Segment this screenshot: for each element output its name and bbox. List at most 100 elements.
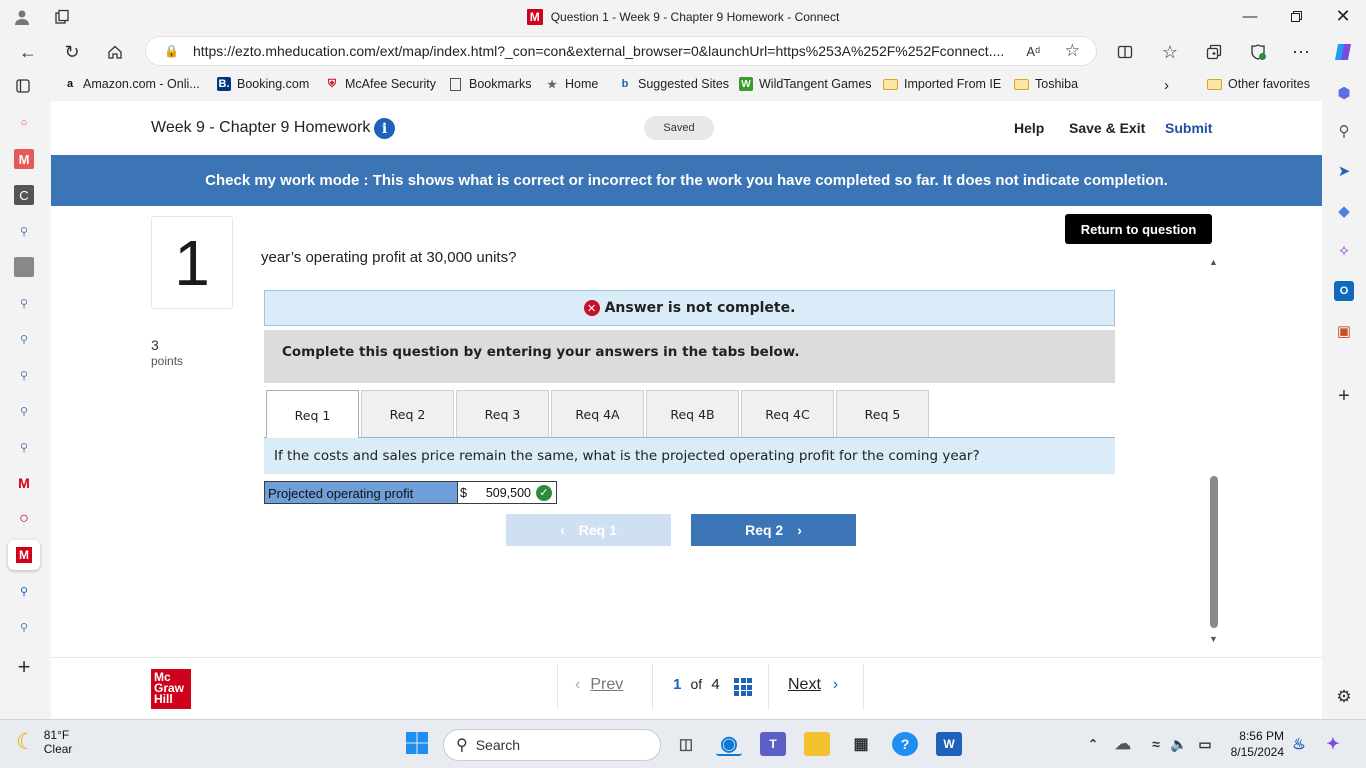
tab-search-icon[interactable]: ⚲ <box>14 401 34 421</box>
question-footer: Mc Graw Hill ‹ Prev 1 of 4 Next › <box>51 657 1322 719</box>
window-title-text: Question 1 - Week 9 - Chapter 9 Homework… <box>550 9 840 24</box>
instruction-box: Complete this question by entering your … <box>264 330 1115 383</box>
booking-icon: B. <box>217 77 231 91</box>
tab-req-4b[interactable]: Req 4B <box>646 390 739 437</box>
tab-req-5[interactable]: Req 5 <box>836 390 929 437</box>
fav-suggested-sites[interactable]: b Suggested Sites <box>618 77 729 91</box>
favorites-icon[interactable]: ☆ <box>1153 33 1187 71</box>
favorites-bar: a Amazon.com - Onli... B. Booking.com ⛨ McA… <box>0 71 1366 101</box>
browser-essentials-icon[interactable] <box>1241 33 1275 71</box>
sidebar-outlook-icon[interactable]: O <box>1334 281 1354 301</box>
tab-connect-active[interactable]: M <box>8 540 40 570</box>
sidebar-toolbox-icon[interactable]: ▣ <box>1334 321 1354 341</box>
tab-req-3[interactable]: Req 3 <box>456 390 549 437</box>
edge-taskbar-icon[interactable]: ◉ <box>716 732 742 756</box>
tab-actions-icon[interactable] <box>6 71 40 101</box>
fav-mcafee[interactable]: ⛨ McAfee Security <box>325 77 436 91</box>
page-content: Week 9 - Chapter 9 Homework i Saved Help… <box>51 101 1322 719</box>
windows-start-icon[interactable] <box>404 731 430 755</box>
folder-icon <box>1207 78 1222 90</box>
task-view-icon[interactable]: ◫ <box>673 732 699 756</box>
chevron-up-icon[interactable]: ⌃ <box>1080 732 1106 756</box>
help-icon[interactable]: ? <box>892 732 918 756</box>
tab-connect-icon[interactable]: M <box>14 149 34 169</box>
weather-widget[interactable]: ☾ 81°F Clear <box>16 728 72 756</box>
fav-toshiba[interactable]: Toshiba <box>1014 77 1078 91</box>
sidebar-send-icon[interactable]: ➤ <box>1334 161 1354 181</box>
tab-search-icon[interactable]: ⚲ <box>14 293 34 313</box>
split-screen-icon[interactable] <box>1108 33 1142 71</box>
fav-bookmarks[interactable]: Bookmarks <box>450 77 532 91</box>
tab-search-icon[interactable]: ⚲ <box>14 221 34 241</box>
file-explorer-icon[interactable] <box>804 732 830 756</box>
tab-image-icon[interactable] <box>14 257 34 277</box>
answer-input[interactable]: $ 509,500 ✓ <box>457 481 557 504</box>
info-icon[interactable]: i <box>374 118 395 139</box>
restore-button[interactable] <box>1273 0 1319 33</box>
home-icon[interactable] <box>98 33 132 71</box>
read-aloud-icon[interactable]: Aᵈ <box>1026 44 1040 59</box>
tab-req-2[interactable]: Req 2 <box>361 390 454 437</box>
minimize-button[interactable]: — <box>1227 0 1273 33</box>
sidebar-puzzle-icon[interactable]: ✧ <box>1334 241 1354 261</box>
system-clock[interactable]: 8:56 PM 8/15/2024 <box>1222 728 1284 760</box>
wildtangent-icon: W <box>739 77 753 91</box>
sidebar-search-icon[interactable]: ⚲ <box>1334 121 1354 141</box>
store-icon[interactable]: ▦ <box>848 732 874 756</box>
prev-req-button[interactable]: ‹ Req 1 <box>506 514 671 546</box>
submit-link[interactable]: Submit <box>1165 120 1212 136</box>
volume-icon[interactable]: 🔈 <box>1166 732 1192 756</box>
prev-question-button[interactable]: ‹ Prev <box>575 676 623 694</box>
taskbar-search[interactable]: ⚲ Search <box>443 729 661 761</box>
sidebar-add-icon[interactable]: + <box>1334 385 1354 407</box>
onedrive-icon[interactable]: ☁ <box>1110 732 1136 756</box>
fav-other-favorites[interactable]: Other favorites <box>1207 77 1310 91</box>
copilot-taskbar-icon[interactable]: ✦ <box>1320 732 1346 756</box>
help-link[interactable]: Help <box>1014 120 1044 136</box>
copilot-icon[interactable] <box>1326 33 1360 71</box>
refresh-icon[interactable]: ↻ <box>55 33 89 71</box>
fav-wildtangent[interactable]: W WildTangent Games <box>739 77 872 91</box>
battery-icon[interactable]: ▭ <box>1192 732 1218 756</box>
more-options-icon[interactable]: ⋯ <box>1284 33 1318 71</box>
fav-home[interactable]: ★ Home <box>545 77 598 91</box>
fav-amazon[interactable]: a Amazon.com - Onli... <box>63 77 200 91</box>
tab-req-4c[interactable]: Req 4C <box>741 390 834 437</box>
question-grid-icon[interactable] <box>734 678 752 696</box>
next-question-button[interactable]: Next › <box>788 676 838 694</box>
return-to-question-button[interactable]: Return to question <box>1065 214 1212 244</box>
tab-loading-icon[interactable]: ○ <box>14 509 34 529</box>
req-tabs: Req 1 Req 2 Req 3 Req 4A Req 4B Req 4C R… <box>264 390 1115 439</box>
close-button[interactable]: ✕ <box>1320 0 1366 33</box>
address-bar[interactable]: 🔒 https://ezto.mheducation.com/ext/map/i… <box>145 36 1097 66</box>
teams-icon[interactable]: T <box>760 732 786 756</box>
collections-icon[interactable] <box>1197 33 1231 71</box>
tab-c-icon[interactable]: C <box>14 185 34 205</box>
back-arrow-icon[interactable]: ← <box>11 33 45 71</box>
tab-search-icon[interactable]: ⚲ <box>14 365 34 385</box>
tab-search-icon[interactable]: ⚲ <box>14 437 34 457</box>
tab-loading-icon[interactable]: ○ <box>14 113 34 133</box>
tab-req-4a[interactable]: Req 4A <box>551 390 644 437</box>
tab-search-icon[interactable]: ⚲ <box>14 581 34 601</box>
sidebar-settings-icon[interactable]: ⚙ <box>1334 687 1354 707</box>
chevron-right-icon[interactable]: › <box>1164 77 1169 94</box>
sidebar-copilot-icon[interactable]: ⬢ <box>1334 83 1354 103</box>
new-tab-plus-icon[interactable]: + <box>14 654 34 679</box>
window-titlebar: M Question 1 - Week 9 - Chapter 9 Homewo… <box>0 0 1366 33</box>
tab-req-1[interactable]: Req 1 <box>266 390 359 439</box>
scrollbar-thumb[interactable] <box>1210 476 1218 628</box>
sidebar-tag-icon[interactable]: ◆ <box>1334 201 1354 221</box>
next-req-button[interactable]: Req 2 › <box>691 514 856 546</box>
scroll-up-icon[interactable]: ▲ <box>1209 257 1218 267</box>
tab-search-icon[interactable]: ⚲ <box>14 329 34 349</box>
tab-gmail-icon[interactable]: M <box>14 473 34 493</box>
fav-imported-from-ie[interactable]: Imported From IE <box>883 77 1001 91</box>
scroll-down-icon[interactable]: ▼ <box>1209 634 1218 644</box>
notification-bell-icon[interactable]: ♨ <box>1286 732 1312 756</box>
fav-booking[interactable]: B. Booking.com <box>217 77 309 91</box>
tab-search-icon[interactable]: ⚲ <box>14 617 34 637</box>
word-icon[interactable]: W <box>936 732 962 756</box>
favorite-star-icon[interactable]: ☆ <box>1065 41 1080 61</box>
save-exit-link[interactable]: Save & Exit <box>1069 120 1145 136</box>
